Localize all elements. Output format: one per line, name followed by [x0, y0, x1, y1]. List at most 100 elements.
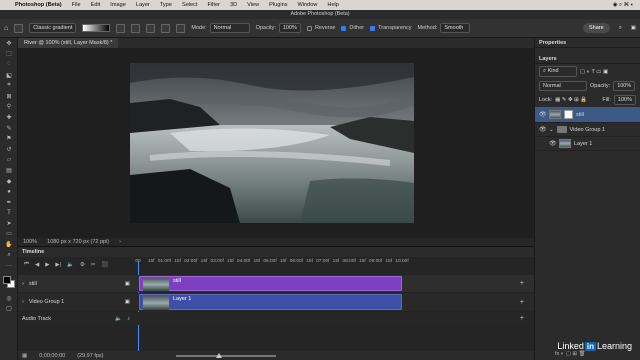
music-note-icon[interactable]: ♪ — [127, 316, 130, 322]
chevron-right-icon[interactable]: › — [22, 299, 24, 305]
status-arrow-icon[interactable]: › — [119, 239, 121, 245]
zoom-tool-icon[interactable]: ⌕ — [0, 250, 18, 261]
pen-tool-icon[interactable]: ✒ — [0, 197, 18, 208]
path-select-tool-icon[interactable]: ➤ — [0, 218, 18, 229]
layer-1[interactable]: 👁 Layer 1 — [535, 137, 640, 151]
add-media-icon[interactable]: + — [520, 280, 524, 287]
quick-mask-icon[interactable]: ◎ — [0, 293, 18, 304]
chevron-right-icon[interactable]: › — [22, 281, 24, 287]
track-label[interactable]: › still ▣ — [18, 281, 138, 287]
clip-layer-1[interactable]: Layer 1 — [139, 294, 402, 310]
menu-layer[interactable]: Layer — [131, 2, 155, 8]
history-brush-icon[interactable]: ↺ — [0, 144, 18, 155]
menu-select[interactable]: Select — [177, 2, 203, 8]
menu-plugins[interactable]: Plugins — [264, 2, 292, 8]
linear-gradient-icon[interactable] — [116, 23, 126, 33]
dodge-tool-icon[interactable]: ● — [0, 186, 18, 197]
time-ruler[interactable]: 0015f01:00f15f02:00f15f03:00f15f04:00f15… — [135, 257, 534, 272]
menu-help[interactable]: Help — [322, 2, 344, 8]
preset-select[interactable]: Classic gradient — [29, 23, 77, 33]
crop-tool-icon[interactable]: ⌗ — [0, 80, 18, 91]
track-label[interactable]: › Video Group 1 ▣ — [18, 299, 138, 305]
next-frame-icon[interactable]: ▶| — [55, 262, 61, 268]
menu-window[interactable]: Window — [293, 2, 323, 8]
film-icon[interactable]: ▣ — [125, 299, 130, 305]
kind-filter-select[interactable]: ⌕ Kind — [539, 66, 577, 77]
chevron-down-icon[interactable]: ⌄ — [549, 127, 554, 133]
home-icon[interactable]: ⌂ — [4, 25, 8, 32]
first-frame-icon[interactable]: ⏮ — [24, 261, 29, 268]
speaker-icon[interactable]: 🔈 — [115, 316, 122, 322]
document-tab[interactable]: River @ 100% (still, Layer Mask/8) * — [18, 38, 119, 48]
hand-tool-icon[interactable]: ✋ — [0, 239, 18, 250]
gradient-tool-icon[interactable]: ▤ — [0, 165, 18, 176]
audio-icon[interactable]: 🔈 — [67, 262, 74, 268]
brush-tool-icon[interactable]: ✎ — [0, 123, 18, 134]
add-audio-icon[interactable]: + — [520, 315, 524, 322]
properties-tab[interactable]: Properties — [535, 38, 640, 48]
frame-tool-icon[interactable]: ⊠ — [0, 91, 18, 102]
color-swatches-icon[interactable] — [0, 271, 18, 293]
reverse-checkbox[interactable] — [306, 25, 312, 31]
layer-video-group[interactable]: 👁 ⌄ Video Group 1 — [535, 123, 640, 137]
menu-edit[interactable]: Edit — [86, 2, 106, 8]
radial-gradient-icon[interactable] — [131, 23, 141, 33]
menu-image[interactable]: Image — [105, 2, 131, 8]
split-icon[interactable]: ✂ — [91, 262, 96, 268]
eraser-tool-icon[interactable]: ▱ — [0, 155, 18, 166]
visibility-eye-icon[interactable]: 👁 — [549, 140, 557, 147]
menu-file[interactable]: File — [67, 2, 86, 8]
zoom-level[interactable]: 100% — [23, 239, 37, 245]
shape-tool-icon[interactable]: ▭ — [0, 229, 18, 240]
zoom-slider[interactable] — [175, 353, 276, 358]
search-icon[interactable]: ⌕ — [616, 25, 625, 32]
document-info[interactable]: 1080 px x 720 px (72 ppi) — [47, 239, 109, 245]
object-select-tool-icon[interactable]: ⬕ — [0, 70, 18, 81]
mode-select[interactable]: Normal — [209, 23, 250, 33]
visibility-eye-icon[interactable]: 👁 — [539, 111, 547, 118]
menu-view[interactable]: View — [242, 2, 264, 8]
gradient-tool-icon[interactable] — [14, 23, 24, 33]
track-label[interactable]: Audio Track 🔈 ♪ — [18, 316, 138, 322]
visibility-eye-icon[interactable]: 👁 — [539, 126, 547, 133]
marquee-tool-icon[interactable]: ⬚ — [0, 49, 18, 60]
film-icon[interactable]: ▣ — [125, 281, 130, 287]
menu-3d[interactable]: 3D — [225, 2, 242, 8]
lasso-tool-icon[interactable]: ◌ — [0, 59, 18, 70]
gradient-swatch[interactable] — [82, 24, 111, 32]
menu-type[interactable]: Type — [155, 2, 177, 8]
share-button[interactable]: Share — [583, 23, 610, 33]
diamond-gradient-icon[interactable] — [176, 23, 186, 33]
menu-filter[interactable]: Filter — [203, 2, 225, 8]
document-canvas-image[interactable] — [130, 63, 414, 223]
opacity-input[interactable]: 100% — [278, 23, 301, 33]
stamp-tool-icon[interactable]: ⚑ — [0, 133, 18, 144]
lock-icons[interactable]: ▦ ✎ ✥ ⊞ 🔒 — [555, 97, 587, 103]
eyedropper-tool-icon[interactable]: ⚲ — [0, 102, 18, 113]
move-tool-icon[interactable]: ✥ — [0, 38, 18, 49]
layers-footer-icons[interactable]: fx ◐ ▢ ⊞ 🗑 — [555, 351, 586, 357]
clip-still[interactable]: still — [139, 276, 402, 291]
angle-gradient-icon[interactable] — [146, 23, 156, 33]
type-tool-icon[interactable]: T — [0, 208, 18, 219]
more-tools-icon[interactable]: ··· — [0, 260, 18, 271]
healing-tool-icon[interactable]: ✚ — [0, 112, 18, 123]
layer-opacity-input[interactable]: 100% — [613, 81, 636, 91]
blend-mode-select[interactable]: Normal — [539, 81, 587, 91]
method-select[interactable]: Smooth — [440, 23, 471, 33]
dither-checkbox[interactable] — [341, 25, 347, 31]
screen-mode-icon[interactable]: ▢ — [0, 304, 18, 315]
transition-icon[interactable]: ⬛ — [102, 262, 109, 268]
play-icon[interactable]: ▶ — [45, 262, 49, 268]
fill-input[interactable]: 100% — [613, 95, 636, 105]
prev-frame-icon[interactable]: ◀ — [35, 262, 39, 268]
workspace-icon[interactable]: ▣ — [631, 25, 640, 31]
layers-tab[interactable]: Layers — [535, 54, 640, 64]
layer-still[interactable]: 👁 still — [535, 107, 640, 123]
menu-app[interactable]: Photoshop (Beta) — [10, 2, 67, 8]
add-media-icon[interactable]: + — [520, 299, 524, 306]
zoom-slider-thumb[interactable] — [215, 353, 222, 358]
transparency-checkbox[interactable] — [370, 25, 376, 31]
settings-gear-icon[interactable]: ⚙ — [80, 262, 85, 268]
filter-icons[interactable]: ▢ ◐ T ▭ ▣ — [580, 69, 608, 75]
